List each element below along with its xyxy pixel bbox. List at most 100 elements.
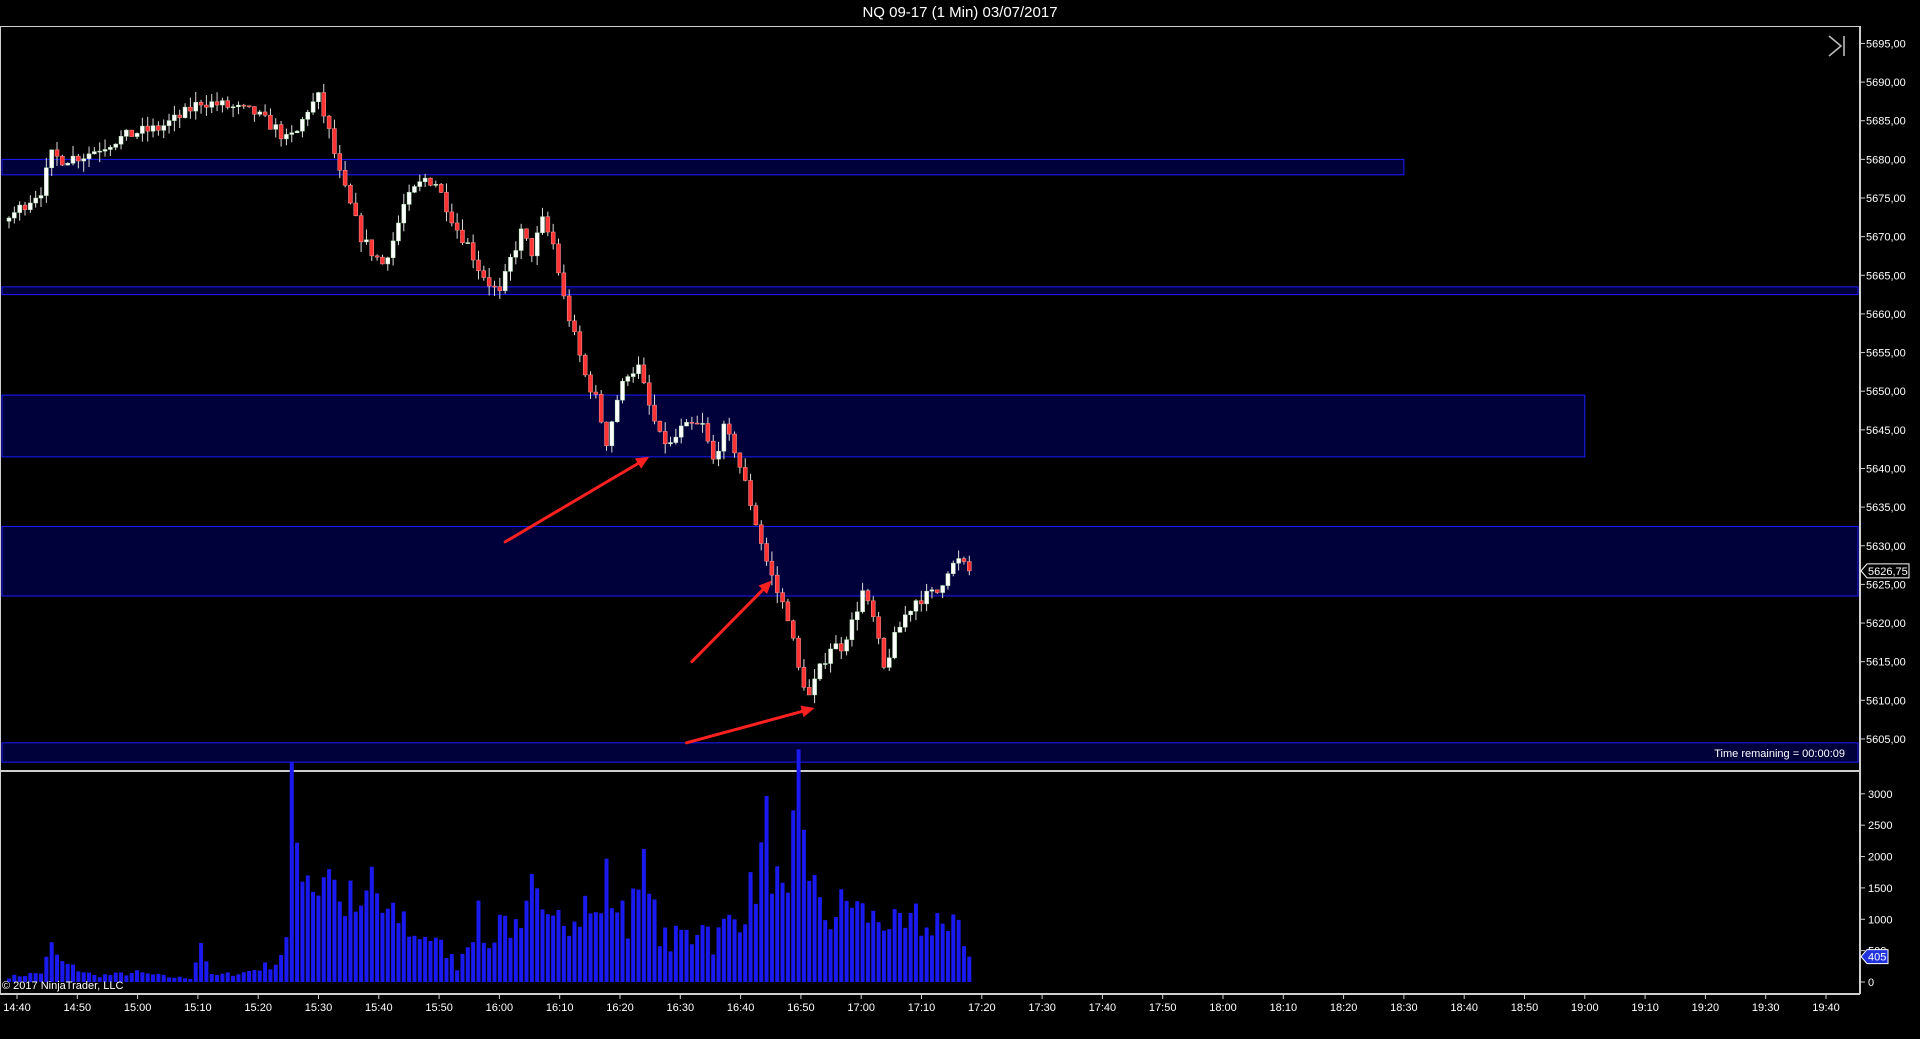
down-candle [566, 295, 572, 322]
up-candle [401, 204, 407, 224]
volume-bar [881, 930, 886, 982]
volume-bar [49, 942, 54, 982]
volume-bar [556, 910, 561, 982]
up-candle [108, 147, 113, 150]
volume-bar [273, 964, 278, 982]
volume-bar [673, 925, 678, 982]
down-candle [652, 404, 657, 422]
copyright-label: © 2017 NinjaTrader, LLC [2, 980, 124, 992]
volume-bar [609, 908, 614, 982]
down-candle [710, 440, 716, 460]
volume-tick-label: 1500 [1868, 883, 1892, 895]
up-candle [385, 257, 391, 265]
down-candle [881, 638, 887, 668]
volume-bar [332, 879, 337, 982]
volume-bar [844, 900, 849, 982]
volume-bar [412, 935, 417, 982]
down-candle [572, 320, 577, 332]
down-candle [492, 285, 497, 288]
volume-bar [199, 942, 204, 982]
up-candle [230, 106, 236, 109]
volume-bar [593, 912, 598, 982]
up-candle [28, 202, 33, 210]
up-candle [140, 125, 145, 134]
volume-bar [689, 944, 694, 982]
up-candle [305, 111, 311, 120]
volume-bar [599, 913, 604, 982]
down-candle [796, 637, 801, 668]
up-candle [636, 364, 641, 374]
volume-bar [423, 936, 428, 982]
down-candle [641, 364, 647, 384]
volume-bar [289, 761, 294, 982]
up-candle [540, 216, 545, 234]
up-candle [897, 626, 903, 633]
down-candle [780, 592, 785, 603]
volume-bar [327, 869, 332, 982]
time-tick-label: 19:10 [1631, 1002, 1659, 1014]
up-candle [817, 663, 823, 680]
up-candle [887, 657, 892, 668]
volume-bar [519, 927, 524, 982]
up-candle [700, 423, 705, 425]
up-candle [257, 111, 262, 115]
down-candle [593, 391, 599, 395]
up-candle [849, 619, 855, 640]
time-tick-label: 16:30 [667, 1002, 695, 1014]
volume-bar [145, 973, 150, 982]
price-tick-label: 5650,00 [1866, 386, 1906, 398]
volume-bar [887, 929, 892, 982]
down-candle [348, 184, 353, 204]
price-tick-label: 5645,00 [1866, 425, 1906, 437]
down-candle [60, 155, 65, 166]
arrows-layer [503, 456, 815, 745]
down-candle [214, 101, 220, 106]
volume-bar [183, 978, 188, 982]
down-candle [177, 114, 182, 118]
skip-to-end-icon[interactable] [1826, 34, 1850, 58]
time-tick-label: 15:30 [305, 1002, 333, 1014]
volume-bar [44, 956, 49, 982]
price-tick-label: 5680,00 [1866, 154, 1906, 166]
up-candle [300, 119, 305, 132]
down-candle [460, 229, 465, 243]
price-tick-label: 5670,00 [1866, 232, 1906, 244]
time-tick-label: 19:00 [1571, 1002, 1599, 1014]
chart-svg[interactable]: 5695,00 5690,00 5685,00 5680,00 5675,00 5670,… [0, 0, 1920, 1039]
volume-bar [204, 961, 209, 982]
up-candle [625, 376, 631, 382]
down-candle [262, 111, 268, 116]
up-candle [716, 450, 721, 460]
up-candle [951, 562, 956, 574]
up-candle [17, 204, 22, 213]
volume-bar [188, 979, 193, 982]
down-candle [326, 115, 332, 129]
up-candle [908, 610, 913, 616]
down-candle [556, 243, 561, 274]
down-candle [470, 242, 476, 261]
up-candle [209, 101, 214, 108]
down-candle [588, 374, 593, 393]
volume-bar [428, 940, 433, 982]
volume-bar [156, 973, 161, 982]
volume-bar [284, 937, 289, 982]
price-axis[interactable]: 5695,00 5690,00 5685,00 5680,00 5675,00 5670,… [1860, 38, 1910, 746]
down-candle [268, 114, 273, 130]
time-tick-label: 14:50 [64, 1002, 92, 1014]
volume-axis[interactable]: 300025002000150010005000405 [1860, 789, 1892, 989]
volume-bar [295, 842, 300, 982]
volume-bar [481, 942, 486, 982]
down-candle [801, 667, 807, 688]
time-tick-label: 17:30 [1028, 1002, 1056, 1014]
price-tick-label: 5695,00 [1866, 38, 1906, 50]
time-axis[interactable]: 14:40 14:50 15:00 15:10 15:20 15:30 15:40 15:50… [3, 994, 1840, 1014]
volume-tick-label: 0 [1868, 977, 1874, 989]
up-candle [124, 129, 129, 137]
volume-bar [785, 892, 790, 982]
down-candle [604, 421, 609, 446]
down-candle [935, 589, 940, 593]
volume-bar [449, 953, 454, 982]
up-candle [465, 242, 471, 244]
volume-bar [743, 924, 748, 982]
zone-2 [1, 286, 1859, 296]
